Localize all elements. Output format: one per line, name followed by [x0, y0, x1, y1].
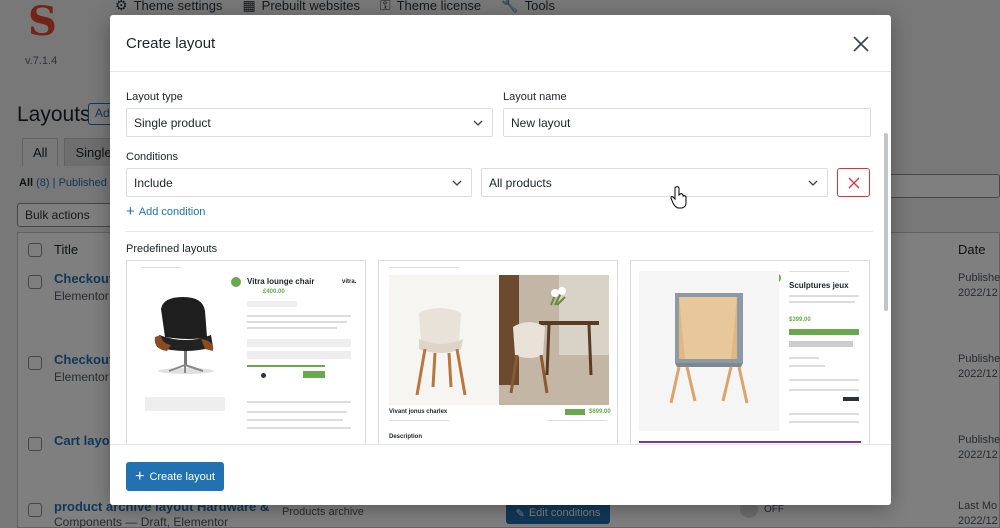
card-product-name: Vitra lounge chair — [247, 277, 315, 286]
condition-include-value: Include — [134, 175, 173, 190]
meta-line — [389, 420, 449, 421]
sale-badge — [231, 277, 241, 287]
card-product-name: Vivant jonus charlex — [389, 409, 448, 415]
modal-body: Layout type Single product Layout name N… — [110, 73, 891, 444]
feature-icons — [247, 351, 351, 359]
add-condition-label: Add condition — [138, 206, 206, 218]
chair-image-left — [389, 275, 499, 405]
card-section-title: Description — [389, 434, 423, 440]
card-price: £400.00 — [263, 289, 285, 295]
divider — [126, 231, 873, 232]
text-line — [789, 413, 859, 415]
plus-icon: + — [126, 203, 135, 220]
create-layout-modal: Create layout Layout type Single product… — [110, 15, 891, 505]
breadcrumb-line — [141, 267, 181, 268]
lounge-chair-image — [154, 297, 214, 374]
color-swatch — [261, 373, 266, 378]
layout-card-sculptures[interactable]: Sculptures jeux $399.00 — [630, 260, 870, 444]
modal-scrollbar[interactable] — [884, 133, 888, 311]
layout-type-select[interactable]: Single product — [126, 108, 493, 137]
add-to-cart-mini — [303, 371, 325, 378]
add-to-cart-mini — [789, 329, 859, 335]
create-layout-label: Create layout — [149, 470, 215, 483]
layout-name-label: Layout name — [503, 91, 567, 103]
text-line — [789, 421, 859, 423]
layout-card-dining-chairs[interactable]: Vivant jonus charlex $699.00 Description — [378, 260, 618, 444]
hand-pointer-icon — [670, 186, 687, 209]
card-brand: vitra. — [342, 279, 357, 285]
feature-icons — [247, 339, 351, 347]
card-product-name: Sculptures jeux — [789, 281, 849, 290]
text-line — [247, 321, 347, 323]
remove-condition-button[interactable] — [837, 168, 870, 197]
add-to-cart-mini — [565, 409, 585, 415]
chevron-down-icon — [452, 180, 462, 186]
card-price: $399.00 — [789, 317, 811, 323]
close-button[interactable] — [849, 32, 873, 56]
layout-name-input[interactable]: New layout — [503, 108, 871, 137]
condition-target-select[interactable]: All products — [481, 168, 828, 197]
meta-line — [547, 420, 607, 421]
breadcrumb-line — [789, 271, 849, 272]
plus-icon: + — [135, 467, 145, 485]
breadcrumb-line — [389, 267, 459, 268]
condition-include-select[interactable]: Include — [126, 168, 472, 197]
text-line — [247, 315, 351, 317]
text-line — [789, 379, 859, 381]
chevron-down-icon — [808, 180, 818, 186]
thumbnail-strip — [145, 397, 225, 411]
tabs-line — [639, 441, 861, 443]
layout-card-lounge-chair[interactable]: Vitra lounge chair vitra. £400.00 — [126, 260, 366, 444]
text-line — [247, 419, 343, 421]
layout-name-value: New layout — [511, 115, 571, 130]
text-line — [247, 411, 347, 413]
layout-type-value: Single product — [134, 115, 211, 130]
close-icon — [853, 36, 869, 52]
color-swatch — [843, 397, 859, 401]
predefined-layouts-label: Predefined layouts — [126, 243, 218, 255]
chair-image-right — [499, 275, 609, 405]
text-line — [789, 295, 859, 297]
tabs-line — [247, 401, 351, 403]
text-line — [789, 365, 825, 367]
add-condition-link[interactable]: + Add condition — [126, 203, 206, 220]
modal-footer: + Create layout — [110, 444, 891, 505]
card-price: $699.00 — [589, 409, 611, 415]
condition-target-value: All products — [489, 175, 552, 190]
modal-title: Create layout — [126, 35, 216, 52]
payment-icons — [789, 341, 853, 347]
text-line — [247, 427, 351, 429]
text-line — [789, 357, 819, 359]
layout-type-label: Layout type — [126, 91, 183, 103]
chevron-down-icon — [473, 120, 483, 126]
stock-bar — [247, 365, 325, 367]
countdown-boxes — [247, 301, 297, 307]
close-icon — [848, 177, 859, 188]
modal-header: Create layout — [110, 15, 891, 72]
text-line — [789, 301, 855, 303]
create-layout-button[interactable]: + Create layout — [126, 462, 224, 491]
predefined-layouts-grid: Vitra lounge chair vitra. £400.00 Vivant… — [126, 260, 871, 444]
secretary-desk-image — [639, 271, 779, 431]
text-line — [789, 389, 859, 391]
text-line — [247, 327, 337, 329]
conditions-label: Conditions — [126, 151, 178, 163]
